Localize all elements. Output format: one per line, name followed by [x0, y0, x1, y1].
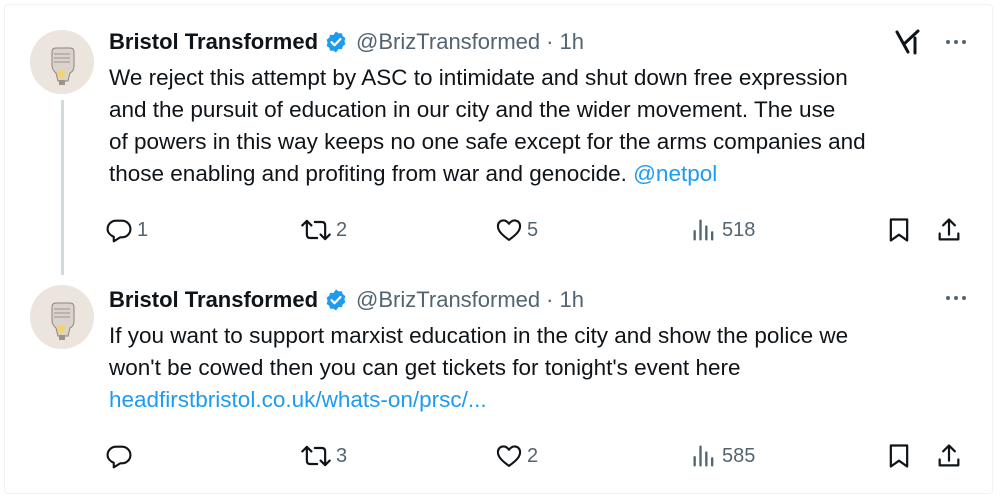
repost-count: 2: [336, 218, 348, 241]
views-count: 518: [722, 218, 756, 241]
share-button[interactable]: [935, 441, 963, 471]
author-handle[interactable]: @BrizTransformed: [356, 287, 540, 313]
like-icon: [495, 442, 523, 470]
reply-icon: [105, 442, 133, 470]
reply-button[interactable]: 1: [105, 215, 148, 245]
share-icon: [935, 216, 963, 244]
repost-button[interactable]: 3: [300, 441, 347, 471]
tweet-text-line: of powers in this way keeps no one safe …: [109, 129, 866, 154]
tweet-text: We reject this attempt by ASC to intimid…: [109, 62, 979, 190]
thread-line: [61, 100, 64, 275]
tweet-actions: 3 2 585: [105, 441, 975, 471]
share-icon: [935, 442, 963, 470]
tweet-text-line: won't be cowed then you can get tickets …: [109, 355, 741, 380]
reply-icon: [105, 216, 133, 244]
avatar[interactable]: [30, 30, 94, 94]
tweet-actions: 1 2 5 518: [105, 215, 975, 245]
external-link[interactable]: headfirstbristol.co.uk/whats-on/prsc/...: [109, 384, 979, 416]
tweet-text-line: We reject this attempt by ASC to intimid…: [109, 65, 848, 90]
bookmark-button[interactable]: [885, 441, 913, 471]
share-button[interactable]: [935, 215, 963, 245]
repost-button[interactable]: 2: [300, 215, 347, 245]
verified-badge-icon[interactable]: [324, 288, 348, 312]
tweet-text-line: If you want to support marxist education…: [109, 323, 849, 348]
reply-count: 1: [137, 218, 149, 241]
bookmark-icon: [885, 442, 913, 470]
tweet-text-fragment: those enabling and profiting from war an…: [109, 161, 634, 186]
grok-icon[interactable]: [894, 28, 924, 61]
tweet-header: Bristol Transformed @BrizTransformed · 1…: [109, 285, 584, 315]
tweet-top-actions: [944, 286, 968, 315]
tweet[interactable]: Bristol Transformed @BrizTransformed · 1…: [0, 0, 1000, 275]
views-icon: [690, 216, 718, 244]
author-handle[interactable]: @BrizTransformed: [356, 29, 540, 55]
tweet[interactable]: Bristol Transformed @BrizTransformed · 1…: [0, 268, 1000, 500]
views-button[interactable]: 585: [690, 441, 755, 471]
author-name[interactable]: Bristol Transformed: [109, 29, 318, 55]
tweet-text: If you want to support marxist education…: [109, 320, 979, 416]
bookmark-icon: [885, 216, 913, 244]
more-icon[interactable]: [944, 30, 968, 59]
views-icon: [690, 442, 718, 470]
views-count: 585: [722, 444, 756, 467]
repost-count: 3: [336, 444, 348, 467]
reply-button[interactable]: [105, 441, 137, 471]
repost-icon: [300, 216, 332, 244]
like-button[interactable]: 2: [495, 441, 538, 471]
timestamp[interactable]: 1h: [560, 29, 584, 55]
tweet-text-line-last: those enabling and profiting from war an…: [109, 158, 979, 190]
tweet-header: Bristol Transformed @BrizTransformed · 1…: [109, 27, 584, 57]
author-name[interactable]: Bristol Transformed: [109, 287, 318, 313]
timestamp[interactable]: 1h: [560, 287, 584, 313]
mention-link[interactable]: @netpol: [633, 161, 717, 186]
tweet-top-actions: [894, 28, 968, 61]
bookmark-button[interactable]: [885, 215, 913, 245]
avatar[interactable]: [30, 285, 94, 349]
views-button[interactable]: 518: [690, 215, 755, 245]
repost-icon: [300, 442, 332, 470]
like-icon: [495, 216, 523, 244]
tweet-text-line: and the pursuit of education in our city…: [109, 97, 836, 122]
like-button[interactable]: 5: [495, 215, 538, 245]
verified-badge-icon[interactable]: [324, 30, 348, 54]
separator: ·: [546, 287, 554, 312]
like-count: 5: [527, 218, 539, 241]
separator: ·: [546, 29, 554, 54]
like-count: 2: [527, 444, 539, 467]
more-icon[interactable]: [944, 286, 968, 315]
